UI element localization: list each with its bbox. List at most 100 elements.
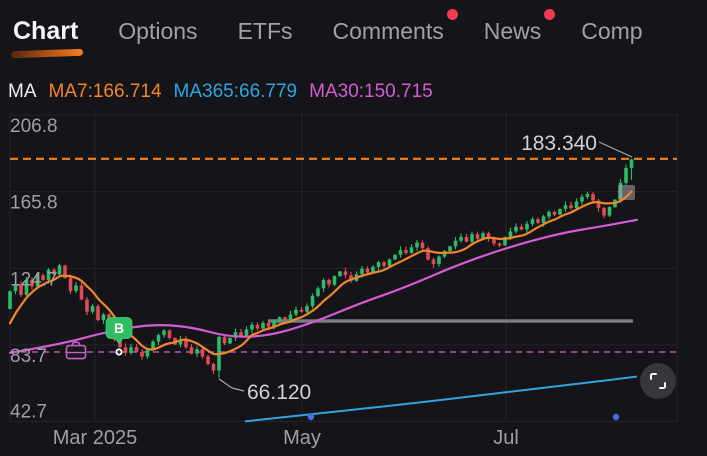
candle-body	[393, 255, 397, 260]
candle-body	[624, 168, 628, 183]
candle-body	[421, 243, 425, 249]
candle-body	[162, 330, 166, 335]
candle-body	[564, 205, 568, 209]
candle-body	[415, 243, 419, 248]
candle-body	[283, 317, 287, 320]
candle-body	[69, 278, 73, 291]
tab-comments[interactable]: Comments	[333, 18, 444, 45]
candle-body	[278, 317, 282, 321]
candle-body	[261, 323, 265, 329]
candle-body	[245, 329, 249, 336]
x-axis-label: Mar 2025	[53, 427, 138, 449]
candle-body	[102, 315, 106, 321]
candle-body	[58, 265, 62, 274]
tab-comp[interactable]: Comp	[581, 18, 642, 45]
tab-label: Comp	[581, 18, 642, 44]
active-tab-underline	[11, 48, 83, 58]
candle-body	[344, 272, 348, 276]
candle-body	[388, 259, 392, 266]
candle-body	[382, 262, 386, 266]
low-price-label: 66.120	[247, 381, 311, 404]
y-axis-label: 83.7	[10, 346, 47, 367]
candle-body	[322, 280, 326, 288]
tab-label: ETFs	[238, 18, 293, 44]
high-price-label: 183.340	[521, 132, 597, 155]
candle-body	[608, 207, 612, 215]
candle-body	[558, 209, 562, 215]
tab-news[interactable]: News	[484, 18, 542, 45]
candle-body	[432, 259, 436, 264]
candle-body	[575, 202, 579, 209]
candle-body	[569, 205, 573, 208]
candle-body	[311, 296, 315, 306]
event-dot[interactable]	[308, 414, 314, 420]
buy-marker-label: B	[114, 320, 124, 336]
ma-legend-prefix: MA	[8, 81, 37, 103]
candle-body	[404, 250, 408, 253]
candle-body	[437, 257, 441, 265]
candle-body	[168, 330, 172, 338]
candle-body	[338, 272, 342, 277]
candle-body	[542, 216, 546, 223]
tab-etfs[interactable]: ETFs	[238, 18, 293, 45]
tab-label: Comments	[333, 18, 444, 44]
candle-body	[129, 347, 133, 353]
tab-bar: Chart Options ETFs Comments News Comp	[13, 0, 643, 62]
chart-canvas[interactable]: B183.34066.120206.8165.8124.783.742.7Mar…	[0, 0, 707, 456]
candle-body	[250, 325, 254, 330]
stock-chart-page: B183.34066.120206.8165.8124.783.742.7Mar…	[0, 0, 707, 456]
candle-body	[190, 347, 194, 354]
ma-legend-item: MA365:66.779	[174, 81, 298, 103]
candle-body	[140, 352, 144, 357]
candle-body	[360, 269, 364, 275]
candle-body	[239, 332, 243, 336]
candle-body	[465, 237, 469, 242]
candle-body	[459, 237, 463, 241]
candle-body	[514, 227, 518, 232]
candle-body	[146, 350, 150, 357]
candle-body	[509, 231, 513, 237]
event-dot[interactable]	[613, 414, 619, 420]
candle-body	[74, 286, 78, 292]
ma-legend: MA MA7:166.714MA365:66.779MA30:150.715	[8, 81, 433, 103]
candle-body	[300, 310, 304, 312]
candle-body	[157, 335, 161, 342]
y-axis-label: 42.7	[10, 402, 47, 423]
y-axis-label: 206.8	[10, 116, 58, 137]
buy-point-dot-center	[117, 350, 120, 353]
expand-button[interactable]	[640, 363, 676, 399]
candle-body	[580, 197, 584, 202]
ma7-line	[10, 192, 632, 355]
candle-body	[91, 306, 95, 312]
candle-body	[410, 247, 414, 253]
candle-body	[289, 315, 293, 321]
high-label-pointer	[599, 142, 632, 157]
expand-icon	[648, 371, 668, 391]
candle-body	[201, 349, 205, 357]
candle-body	[212, 364, 216, 371]
notification-dot	[447, 9, 458, 20]
candle-body	[256, 325, 260, 329]
candle-body	[498, 244, 502, 246]
tab-chart[interactable]: Chart	[13, 17, 78, 46]
tab-options[interactable]: Options	[118, 18, 197, 45]
candle-body	[195, 349, 199, 354]
candle-body	[591, 194, 595, 201]
candle-body	[520, 227, 524, 230]
candle-body	[85, 300, 89, 312]
candle-body	[80, 286, 84, 300]
y-axis-label: 165.8	[10, 193, 58, 214]
candle-body	[124, 347, 128, 353]
candle-body	[454, 241, 458, 247]
candle-body	[267, 323, 271, 327]
candle-body	[135, 347, 139, 352]
candle-body	[333, 276, 337, 284]
x-axis-label: Jul	[493, 427, 519, 449]
candle-body	[476, 234, 480, 239]
ma-legend-item: MA7:166.714	[49, 81, 162, 103]
candle-body	[366, 269, 370, 273]
candle-body	[630, 160, 634, 168]
candle-body	[470, 234, 474, 242]
candle-body	[586, 194, 590, 197]
tab-label: Options	[118, 18, 197, 44]
